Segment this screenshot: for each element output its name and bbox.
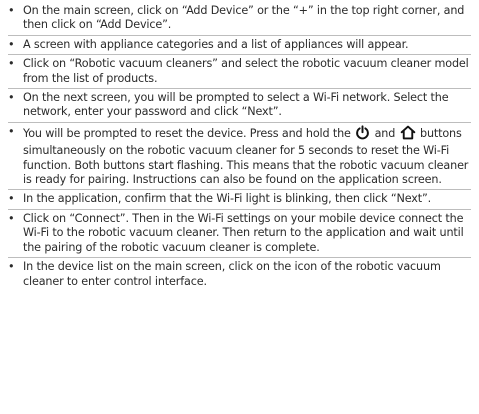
power-icon bbox=[355, 125, 370, 144]
instruction-text: Click on “Robotic vacuum cleaners” and s… bbox=[23, 57, 469, 85]
instruction-text: In the device list on the main screen, c… bbox=[23, 260, 441, 288]
divider bbox=[8, 189, 471, 191]
instruction-text: A screen with appliance categories and a… bbox=[23, 37, 409, 51]
divider bbox=[8, 208, 471, 210]
instruction-text: Click on “Connect”. Then in the Wi-Fi se… bbox=[23, 211, 464, 254]
divider bbox=[8, 121, 471, 123]
bullet: • bbox=[8, 124, 15, 138]
bullet: • bbox=[8, 57, 15, 71]
instruction-text-and: and bbox=[374, 126, 396, 140]
home-icon bbox=[400, 125, 416, 144]
bullet: • bbox=[8, 260, 15, 274]
bullet: • bbox=[8, 37, 15, 51]
instruction-text: On the next screen, you will be prompted… bbox=[23, 91, 449, 119]
bullet: • bbox=[8, 4, 15, 17]
divider bbox=[8, 257, 471, 259]
instruction-list: • On the main screen, click on “Add Devi… bbox=[0, 4, 479, 289]
instruction-text-before: You will be prompted to reset the device… bbox=[23, 126, 351, 140]
divider bbox=[8, 88, 471, 90]
instruction-text: On the main screen, click on “Add Device… bbox=[23, 4, 465, 32]
bullet: • bbox=[8, 91, 15, 105]
instruction-item-3: • Click on “Robotic vacuum cleaners” and… bbox=[0, 57, 479, 86]
instruction-item-2: • A screen with appliance categories and… bbox=[0, 38, 479, 52]
instruction-item-1: • On the main screen, click on “Add Devi… bbox=[0, 4, 479, 33]
instruction-item-7: • Click on “Connect”. Then in the Wi-Fi … bbox=[0, 212, 479, 255]
bullet: • bbox=[8, 192, 15, 206]
instruction-item-5: • You will be prompted to reset the devi… bbox=[0, 125, 479, 188]
instruction-text: In the application, confirm that the Wi-… bbox=[23, 192, 432, 206]
instruction-item-6: • In the application, confirm that the W… bbox=[0, 192, 479, 206]
divider bbox=[8, 54, 471, 56]
divider bbox=[8, 34, 471, 36]
instruction-item-8: • In the device list on the main screen,… bbox=[0, 260, 479, 289]
bullet: • bbox=[8, 211, 15, 225]
instruction-item-4: • On the next screen, you will be prompt… bbox=[0, 91, 479, 120]
